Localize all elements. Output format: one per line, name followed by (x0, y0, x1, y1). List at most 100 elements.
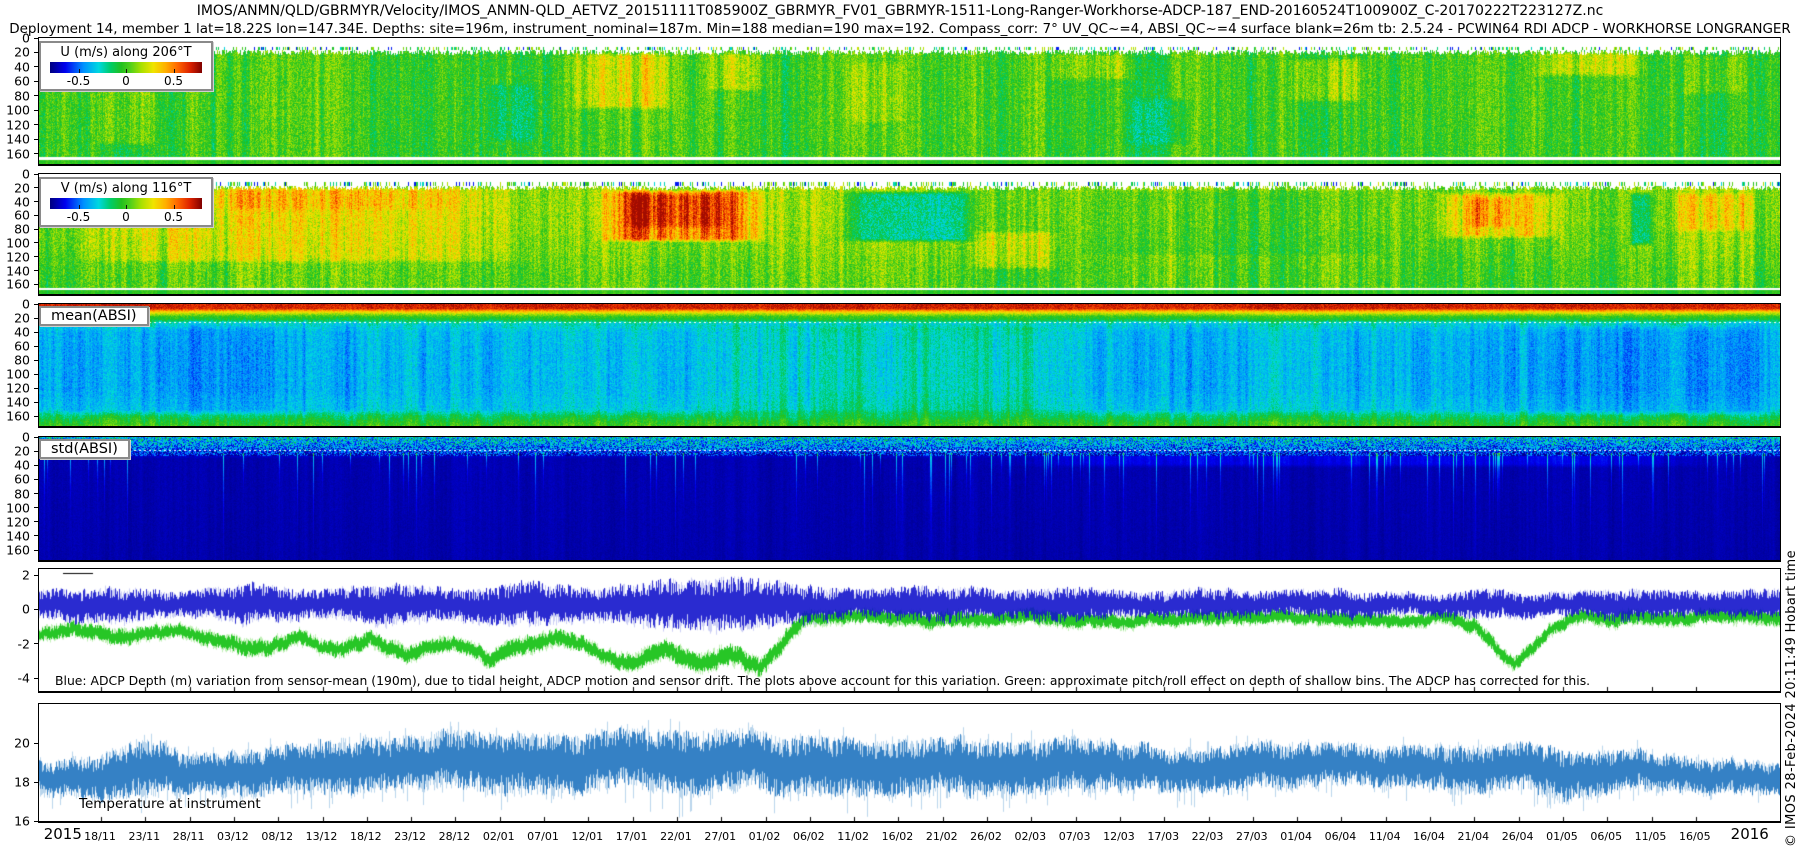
depth-variation-panel: 2 0 -2 -4 Blue: ADCP Depth (m) variation fr… (18, 568, 1781, 693)
mean-absi-depth-axis: 0 20 40 60 80 100 120 140 160 (1, 297, 39, 426)
year-end-label: 2016 (1730, 825, 1769, 843)
y-tick-label: 40 (14, 324, 30, 340)
y-tick-mark (34, 95, 38, 97)
y-tick-label: 160 (6, 542, 30, 558)
u-colorbar-legend: U (m/s) along 206°T -0.5 0 0.5 (39, 41, 213, 91)
date-tick-label: 17/01 (615, 830, 648, 843)
v-colorbar (50, 198, 202, 209)
u-legend-title: U (m/s) along 206°T (60, 45, 192, 60)
y-tick-mark (34, 464, 38, 466)
date-tick-label: 03/12 (217, 830, 249, 843)
y-tick-label: 140 (6, 394, 30, 410)
y-tick-mark (34, 37, 38, 39)
y-tick-label: 20 (14, 310, 30, 326)
y-tick-mark (34, 643, 38, 645)
y-tick-mark (34, 80, 38, 82)
y-tick-label: 140 (6, 528, 30, 544)
y-tick-label: 60 (14, 338, 30, 354)
y-tick-label: 120 (6, 514, 30, 530)
y-tick-mark (34, 450, 38, 452)
y-tick-label: 60 (14, 207, 30, 223)
y-tick-mark (34, 283, 38, 285)
mean-absi-heatmap (39, 304, 1780, 426)
y-tick-mark (34, 574, 38, 576)
v-colorbar-legend: V (m/s) along 116°T -0.5 0 0.5 (39, 177, 213, 227)
time-axis: 2015 2016 18/11 23/11 28/11 03/12 08/12 13/12… (38, 824, 1779, 850)
y-tick-mark (34, 493, 38, 495)
u-colorbar (50, 62, 202, 73)
y-tick-label: 2 (22, 567, 30, 583)
y-tick-label: 100 (6, 366, 30, 382)
mean-absi-panel: 0 20 40 60 80 100 120 140 160 mean(ABSI) (6, 297, 1781, 428)
v-velocity-panel: 0 20 40 60 80 100 120 140 160 V (m/s) along 116°… (6, 167, 1781, 296)
date-tick-label: 06/02 (792, 830, 825, 843)
y-tick-label: 40 (14, 457, 30, 473)
y-tick-mark (34, 317, 38, 319)
y-tick-mark (34, 270, 38, 272)
y-tick-label: 120 (6, 380, 30, 396)
date-tick-label: 23/11 (128, 830, 161, 843)
v-depth-axis: 0 20 40 60 80 100 120 140 160 (1, 167, 39, 294)
y-tick-mark (34, 549, 38, 551)
colorbar-tick-label: 0 (122, 210, 130, 224)
u-depth-axis: 0 20 40 60 80 100 120 140 160 (1, 31, 39, 164)
date-tick-label: 08/12 (261, 830, 294, 843)
y-tick-label: 18 (14, 774, 30, 790)
y-tick-label: 160 (6, 408, 30, 424)
std-absi-heatmap (39, 437, 1780, 560)
y-tick-label: 16 (14, 813, 30, 829)
y-tick-label: 20 (14, 735, 30, 751)
y-tick-mark (34, 109, 38, 111)
y-tick-mark (34, 124, 38, 126)
y-tick-label: 0 (22, 429, 30, 445)
y-tick-mark (34, 242, 38, 244)
y-tick-label: 140 (6, 263, 30, 279)
y-tick-mark (34, 521, 38, 523)
colorbar-tick-label: 0.5 (163, 74, 184, 88)
temperature-lineplot (39, 704, 1780, 821)
date-tick-label: 01/04 (1280, 830, 1312, 843)
depth-variation-axis: 2 0 -2 -4 (1, 567, 39, 691)
y-tick-mark (34, 187, 38, 189)
y-tick-mark (34, 373, 38, 375)
date-tick-label: 11/04 (1368, 830, 1401, 843)
y-tick-mark (34, 401, 38, 403)
y-tick-mark (34, 51, 38, 53)
std-absi-panel: 0 20 40 60 80 100 120 140 160 std(ABSI) (6, 430, 1781, 562)
y-tick-label: 0 (22, 296, 30, 312)
y-tick-label: 80 (14, 221, 30, 237)
y-tick-label: 120 (6, 249, 30, 265)
y-tick-mark (34, 303, 38, 305)
date-tick-label: 07/03 (1058, 830, 1091, 843)
date-tick-label: 23/12 (394, 830, 426, 843)
date-tick-label: 21/04 (1457, 830, 1490, 843)
y-tick-label: -4 (17, 670, 30, 686)
depth-variation-annotation: Blue: ADCP Depth (m) variation from sens… (55, 673, 1591, 688)
date-tick-label: 07/01 (527, 830, 559, 843)
date-tick-label: 02/03 (1014, 830, 1047, 843)
y-tick-mark (34, 345, 38, 347)
adcp-figure: IMOS/ANMN/QLD/GBRMYR/Velocity/IMOS_ANMN-… (0, 0, 1800, 850)
deployment-subtitle: Deployment 14, member 1 lat=18.22S lon=1… (9, 21, 1791, 37)
y-tick-label: 0 (22, 166, 30, 182)
y-tick-mark (34, 415, 38, 417)
date-tick-label: 11/05 (1634, 830, 1667, 843)
u-colorbar-tick-labels: -0.5 0 0.5 (50, 73, 202, 88)
y-tick-label: 40 (14, 194, 30, 210)
y-tick-label: 60 (14, 73, 30, 89)
y-tick-mark (34, 387, 38, 389)
std-absi-label: std(ABSI) (39, 439, 130, 459)
y-tick-label: 100 (6, 102, 30, 118)
y-tick-mark (34, 436, 38, 438)
date-tick-label: 06/04 (1324, 830, 1357, 843)
y-tick-label: 40 (14, 59, 30, 75)
y-tick-label: 120 (6, 117, 30, 133)
date-tick-label: 22/03 (1191, 830, 1224, 843)
date-tick-label: 01/02 (748, 830, 781, 843)
y-tick-label: 20 (14, 180, 30, 196)
y-tick-mark (34, 478, 38, 480)
date-tick-label: 16/02 (881, 830, 914, 843)
y-tick-mark (34, 331, 38, 333)
colorbar-tick-label: 0 (122, 74, 130, 88)
date-tick-label: 18/12 (349, 830, 382, 843)
